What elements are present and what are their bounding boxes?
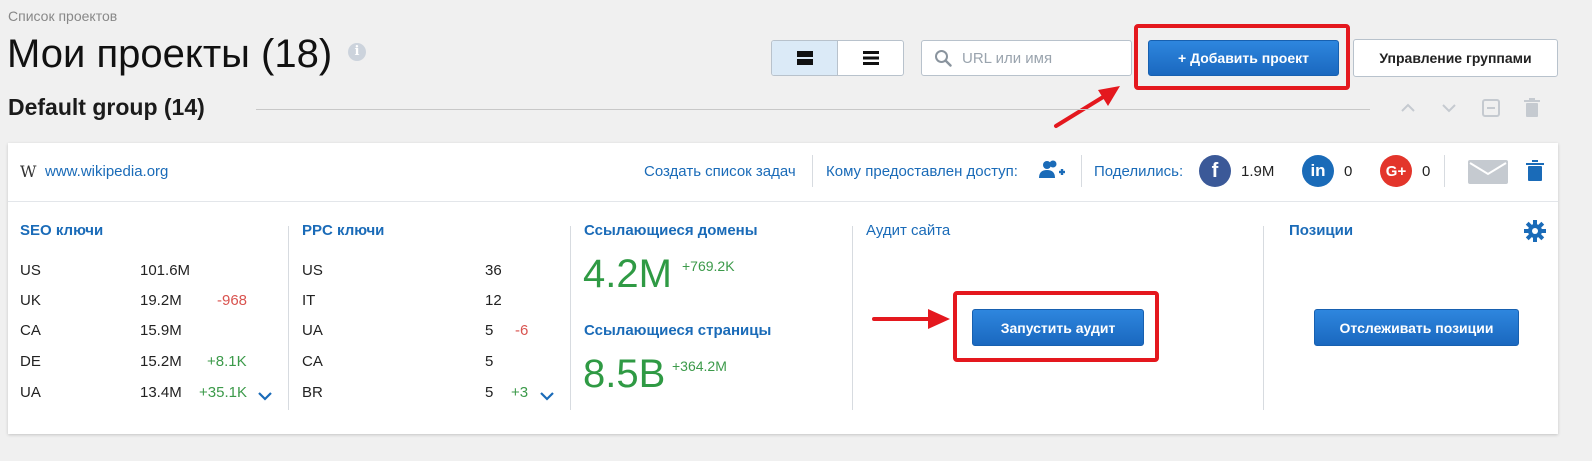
column-separator xyxy=(288,226,289,410)
google-plus-icon[interactable]: G+ xyxy=(1380,155,1412,187)
view-toggle xyxy=(771,40,904,76)
manage-groups-button[interactable]: Управление группами xyxy=(1353,39,1558,77)
annotation-arrow-right xyxy=(872,309,950,329)
seo-row-value: 13.4M xyxy=(140,384,182,401)
seo-expand-chevron-icon[interactable] xyxy=(258,388,272,406)
facebook-count: 1.9M xyxy=(1241,163,1275,180)
referring-domains-title[interactable]: Ссылающиеся домены xyxy=(584,222,758,239)
ppc-row-country: IT xyxy=(302,292,316,309)
google-count: 0 xyxy=(1422,163,1431,180)
column-separator xyxy=(570,226,571,410)
referring-pages-delta: +364.2M xyxy=(672,358,727,374)
linkedin-count: 0 xyxy=(1344,163,1353,180)
seo-keywords-title[interactable]: SEO ключи xyxy=(20,222,103,239)
ppc-row-value: 5 xyxy=(485,353,494,370)
card-divider xyxy=(8,201,1558,202)
linkedin-icon[interactable]: in xyxy=(1302,155,1334,187)
seo-row-value: 19.2M xyxy=(140,292,182,309)
seo-row-delta: -968 xyxy=(217,292,248,309)
settings-gear-icon[interactable] xyxy=(1524,220,1546,247)
ppc-row-delta: +3 xyxy=(511,384,529,401)
seo-row-country: UA xyxy=(20,384,41,401)
highlight-box-run-audit xyxy=(953,291,1159,362)
column-separator xyxy=(852,226,853,410)
column-separator xyxy=(1263,226,1264,410)
referring-domains-value: 4.2M xyxy=(583,252,672,296)
shared-label: Поделились: xyxy=(1094,163,1184,180)
seo-row-value: 15.9M xyxy=(140,322,182,339)
referring-pages-title[interactable]: Ссылающиеся страницы xyxy=(584,322,771,339)
seo-row-country: DE xyxy=(20,353,41,370)
facebook-icon[interactable]: f xyxy=(1199,155,1231,187)
list-view-icon xyxy=(862,51,879,65)
create-tasks-link[interactable]: Создать список задач xyxy=(644,163,796,180)
ppc-row-country: BR xyxy=(302,384,323,401)
site-audit-title[interactable]: Аудит сайта xyxy=(866,222,950,239)
view-cards-button[interactable] xyxy=(772,41,838,75)
seo-row-delta: +8.1K xyxy=(207,353,247,370)
highlight-box-add-project xyxy=(1134,24,1350,90)
ppc-row-value: 5 xyxy=(485,322,494,339)
add-user-icon[interactable] xyxy=(1038,158,1066,189)
track-positions-button[interactable]: Отслеживать позиции xyxy=(1314,309,1519,346)
ppc-row-delta: -6 xyxy=(515,322,529,339)
breadcrumb[interactable]: Список проектов xyxy=(8,8,117,24)
search-icon xyxy=(935,50,952,67)
cards-view-icon xyxy=(796,51,813,65)
seo-row-value: 101.6M xyxy=(140,262,191,279)
separator xyxy=(1081,155,1082,187)
project-url-link[interactable]: www.wikipedia.org xyxy=(45,163,168,180)
page-title: Мои проекты (18) xyxy=(7,32,333,76)
seo-row-country: UK xyxy=(20,292,41,309)
seo-row-country: CA xyxy=(20,322,41,339)
search-box xyxy=(921,40,1132,76)
seo-row-delta: +35.1K xyxy=(199,384,247,401)
access-label: Кому предоставлен доступ: xyxy=(826,163,1018,180)
group-title: Default group (14) xyxy=(8,94,205,120)
ppc-keywords-title[interactable]: PPC ключи xyxy=(302,222,384,239)
ppc-row-value: 36 xyxy=(485,262,502,279)
info-icon[interactable]: i xyxy=(348,43,366,61)
positions-title[interactable]: Позиции xyxy=(1289,222,1353,239)
delete-project-icon[interactable] xyxy=(1526,160,1544,187)
group-divider xyxy=(256,109,1370,110)
collapse-icon[interactable] xyxy=(1481,98,1501,118)
seo-row-country: US xyxy=(20,262,41,279)
separator xyxy=(1444,155,1445,187)
chevron-down-icon[interactable] xyxy=(1439,98,1459,118)
wikipedia-favicon-icon: W xyxy=(20,162,37,181)
ppc-expand-chevron-icon[interactable] xyxy=(540,388,554,406)
ppc-row-value: 12 xyxy=(485,292,502,309)
ppc-row-country: UA xyxy=(302,322,323,339)
trash-icon[interactable] xyxy=(1522,98,1542,118)
view-list-button[interactable] xyxy=(838,41,903,75)
ppc-row-country: US xyxy=(302,262,323,279)
chevron-up-icon[interactable] xyxy=(1398,98,1418,118)
search-input[interactable] xyxy=(960,48,1124,68)
mail-icon[interactable] xyxy=(1468,160,1508,189)
separator xyxy=(812,155,813,187)
seo-row-value: 15.2M xyxy=(140,353,182,370)
referring-domains-delta: +769.2K xyxy=(682,258,735,274)
ppc-row-country: CA xyxy=(302,353,323,370)
ppc-row-value: 5 xyxy=(485,384,494,401)
referring-pages-value: 8.5B xyxy=(583,352,666,396)
annotation-arrow-up xyxy=(1054,86,1120,128)
